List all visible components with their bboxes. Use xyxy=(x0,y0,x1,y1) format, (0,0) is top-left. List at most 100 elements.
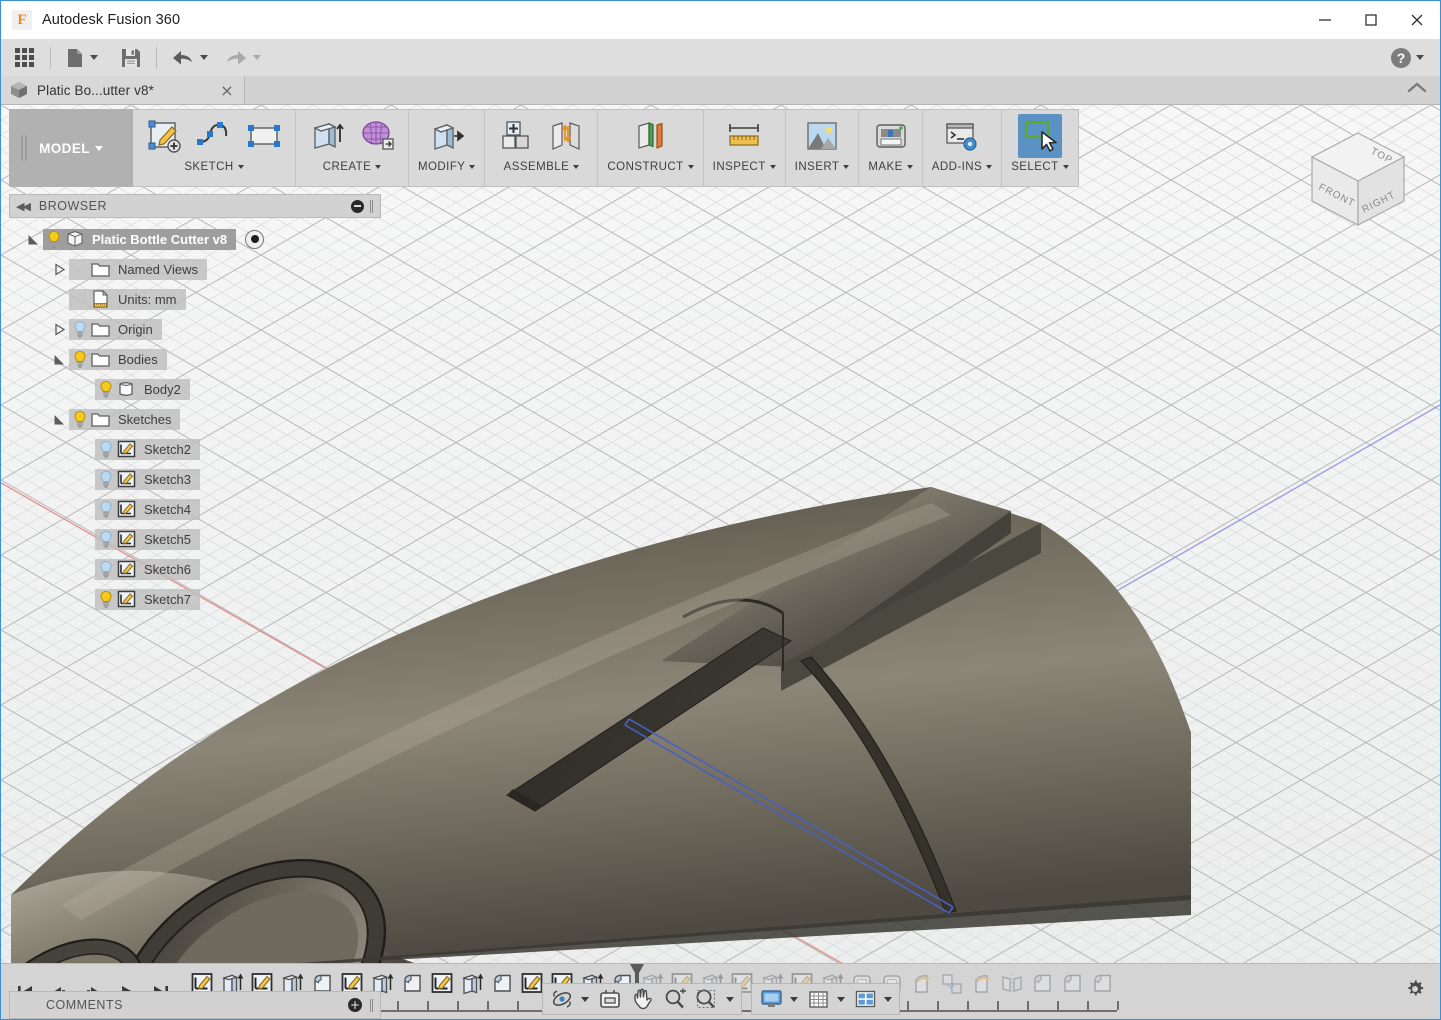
rectangle-icon[interactable] xyxy=(242,114,286,158)
show-data-panel-button[interactable] xyxy=(1,39,48,77)
timeline-feature-fillet[interactable] xyxy=(397,969,427,999)
browser-tree-item-units-mm[interactable]: Units: mm xyxy=(9,284,381,314)
browser-minimize-icon[interactable] xyxy=(351,200,364,213)
light-bulb-icon[interactable] xyxy=(46,230,62,248)
browser-collapse-icon[interactable]: ◀◀ xyxy=(16,200,29,213)
close-tab-icon[interactable]: × xyxy=(218,81,236,99)
browser-drag-handle[interactable] xyxy=(370,200,374,213)
tree-expand-icon[interactable] xyxy=(49,353,69,366)
orbit-icon[interactable] xyxy=(546,985,593,1013)
browser-tree-item-origin[interactable]: Origin xyxy=(9,314,381,344)
joint-icon[interactable] xyxy=(544,114,588,158)
viewports-icon[interactable] xyxy=(849,985,896,1013)
browser-tree-item-sketch6[interactable]: Sketch6 xyxy=(9,554,381,584)
document-tab[interactable]: Platic Bo...utter v8* × xyxy=(1,76,245,104)
tree-item-chip[interactable]: Origin xyxy=(69,319,162,340)
light-bulb-icon[interactable] xyxy=(72,320,88,338)
timeline-settings-gear-icon[interactable] xyxy=(1404,978,1440,1005)
timeline-feature-revolve[interactable] xyxy=(967,969,997,999)
tree-item-chip[interactable]: Sketch7 xyxy=(95,589,200,610)
undo-button[interactable] xyxy=(159,39,216,77)
tree-item-chip[interactable]: Body2 xyxy=(95,379,190,400)
ribbon-panel-label[interactable]: INSPECT xyxy=(713,161,776,173)
light-bulb-icon[interactable] xyxy=(72,350,88,368)
new-component-icon[interactable] xyxy=(494,114,538,158)
browser-tree-item-sketch7[interactable]: Sketch7 xyxy=(9,584,381,614)
tree-expand-icon[interactable] xyxy=(49,413,69,426)
browser-tree-item-sketch2[interactable]: Sketch2 xyxy=(9,434,381,464)
scripts-and-addins-icon[interactable] xyxy=(940,114,984,158)
browser-tree-item-sketch4[interactable]: Sketch4 xyxy=(9,494,381,524)
browser-tree-item-named-views[interactable]: Named Views xyxy=(9,254,381,284)
tree-item-chip[interactable]: Sketch4 xyxy=(95,499,200,520)
tree-item-chip[interactable]: Bodies xyxy=(69,349,167,370)
light-bulb-icon[interactable] xyxy=(98,590,114,608)
tree-expand-icon[interactable] xyxy=(23,233,43,246)
zoom-icon[interactable] xyxy=(659,985,691,1013)
grid-and-snaps-icon[interactable] xyxy=(802,985,849,1013)
add-comment-icon[interactable]: + xyxy=(348,998,362,1012)
tree-item-chip[interactable]: Sketches xyxy=(69,409,180,430)
ribbon-panel-label[interactable]: ADD-INS xyxy=(932,161,992,173)
3d-print-icon[interactable] xyxy=(869,114,913,158)
timeline-feature-fillet[interactable] xyxy=(1027,969,1057,999)
file-menu-button[interactable] xyxy=(53,39,108,77)
comments-drag-handle[interactable] xyxy=(370,999,374,1012)
ribbon-drag-handle[interactable] xyxy=(21,135,28,161)
timeline-feature-mirror[interactable] xyxy=(997,969,1027,999)
timeline-feature-sketch[interactable] xyxy=(427,969,457,999)
browser-tree-item-platic-bottle-cutter-v8[interactable]: Platic Bottle Cutter v8 xyxy=(9,224,381,254)
minimize-button[interactable] xyxy=(1302,1,1348,39)
tree-item-chip[interactable]: Units: mm xyxy=(69,289,186,310)
timeline-feature-revolve[interactable] xyxy=(907,969,937,999)
tree-item-chip[interactable]: Named Views xyxy=(69,259,207,280)
pan-icon[interactable] xyxy=(627,985,659,1013)
spline-icon[interactable] xyxy=(192,114,236,158)
save-button[interactable] xyxy=(108,39,154,77)
timeline-feature-extrude[interactable] xyxy=(457,969,487,999)
zoom-window-icon[interactable] xyxy=(691,985,738,1013)
create-form-icon[interactable] xyxy=(355,114,399,158)
ribbon-panel-label[interactable]: MAKE xyxy=(868,161,912,173)
ribbon-panel-label[interactable]: CONSTRUCT xyxy=(607,161,693,173)
ribbon-panel-label[interactable]: ASSEMBLE xyxy=(504,161,580,173)
light-bulb-icon[interactable] xyxy=(98,500,114,518)
timeline-feature-pattern[interactable] xyxy=(937,969,967,999)
light-bulb-icon[interactable] xyxy=(98,470,114,488)
light-bulb-icon[interactable] xyxy=(98,380,114,398)
measure-icon[interactable] xyxy=(722,114,766,158)
light-bulb-icon[interactable] xyxy=(98,560,114,578)
timeline-feature-fillet[interactable] xyxy=(1057,969,1087,999)
tree-item-chip[interactable]: Sketch6 xyxy=(95,559,200,580)
ribbon-panel-label[interactable]: CREATE xyxy=(323,161,382,173)
tree-item-chip[interactable]: Sketch3 xyxy=(95,469,200,490)
browser-tree-item-bodies[interactable]: Bodies xyxy=(9,344,381,374)
light-bulb-icon[interactable] xyxy=(98,530,114,548)
create-sketch-icon[interactable] xyxy=(142,114,186,158)
ribbon-panel-label[interactable]: MODIFY xyxy=(418,161,475,173)
tree-item-chip[interactable]: Sketch2 xyxy=(95,439,200,460)
offset-plane-icon[interactable] xyxy=(629,114,673,158)
select-window-icon[interactable] xyxy=(1018,114,1062,158)
help-button[interactable]: ? xyxy=(1385,39,1430,77)
light-bulb-icon[interactable] xyxy=(98,440,114,458)
comments-panel[interactable]: COMMENTS + xyxy=(9,991,381,1019)
tree-expand-icon[interactable] xyxy=(49,263,69,276)
maximize-button[interactable] xyxy=(1348,1,1394,39)
tree-item-chip[interactable]: Sketch5 xyxy=(95,529,200,550)
insert-image-icon[interactable] xyxy=(800,114,844,158)
collapse-toolbar-icon[interactable] xyxy=(1406,80,1428,101)
timeline-feature-fillet[interactable] xyxy=(1087,969,1117,999)
extrude-icon[interactable] xyxy=(305,114,349,158)
ribbon-panel-label[interactable]: INSERT xyxy=(795,161,850,173)
tree-expand-icon[interactable] xyxy=(49,323,69,336)
redo-button[interactable] xyxy=(216,39,269,77)
view-cube[interactable]: TOP FRONT RIGHT xyxy=(1300,125,1416,233)
display-settings-icon[interactable] xyxy=(755,985,802,1013)
ribbon-panel-label[interactable]: SKETCH xyxy=(184,161,243,173)
timeline-feature-fillet[interactable] xyxy=(487,969,517,999)
look-at-icon[interactable] xyxy=(593,985,627,1013)
press-pull-icon[interactable] xyxy=(425,114,469,158)
browser-tree-item-sketch5[interactable]: Sketch5 xyxy=(9,524,381,554)
workspace-selector[interactable]: MODEL xyxy=(9,109,133,187)
